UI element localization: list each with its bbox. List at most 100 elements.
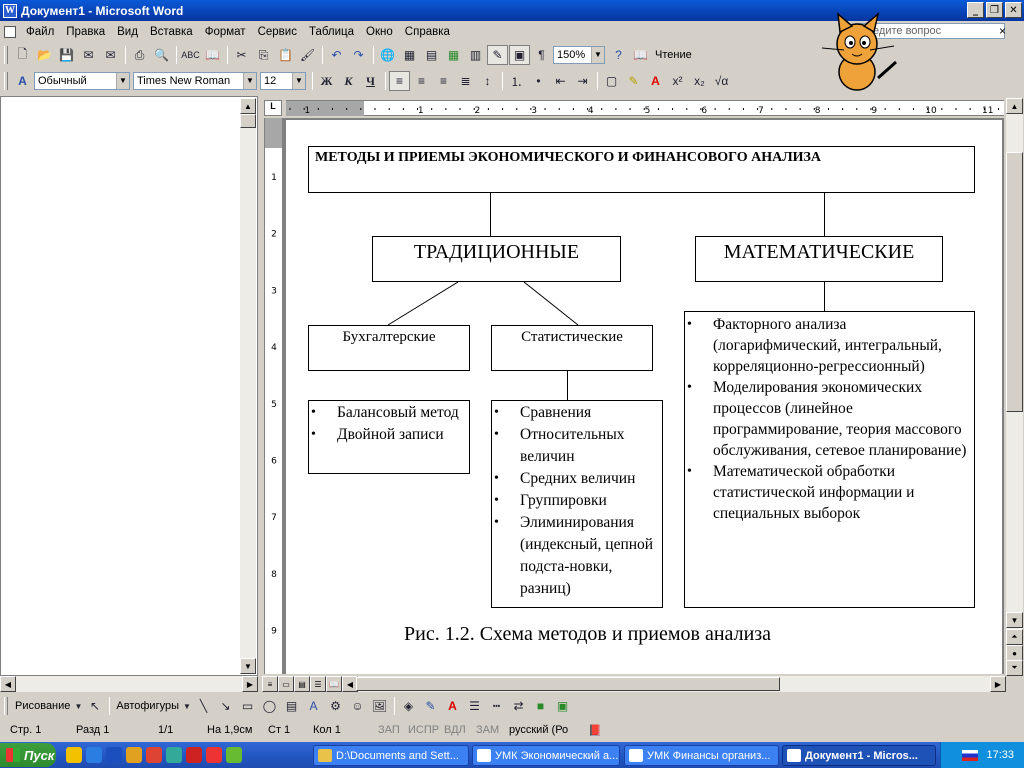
status-record[interactable]: ЗАП [378,724,400,736]
print-preview-icon[interactable]: 🔍 [151,45,172,65]
email-icon[interactable]: ✉ [100,45,121,65]
picture-icon[interactable]: 🖼 [369,696,390,716]
borders-icon[interactable]: ▢ [601,71,622,91]
drawing-icon[interactable]: ✎ [487,45,508,65]
status-language[interactable]: русский (Ро [509,724,568,736]
previous-page-icon[interactable]: ⏶ [1006,629,1023,645]
scroll-right-icon[interactable]: ▶ [990,676,1006,692]
equation-icon[interactable]: √α [711,71,732,91]
horizontal-ruler[interactable]: 1 1 2 3 4 5 6 7 8 9 10 11 [286,100,1004,116]
menu-help[interactable]: Справка [399,26,456,38]
textbox-tool-icon[interactable]: ▤ [281,696,302,716]
font-size-select[interactable]: 12 ▼ [260,72,306,90]
scroll-down-icon[interactable]: ▼ [240,658,256,674]
bullets-icon[interactable]: • [528,71,549,91]
tab-selector[interactable]: L [264,100,282,116]
word-app-icon[interactable]: W [3,3,17,18]
web-view-icon[interactable]: ▭ [278,676,294,692]
scroll-thumb[interactable] [1006,152,1023,412]
close-button[interactable]: ✕ [1005,2,1022,18]
document-icon[interactable] [4,25,16,38]
outline-view-icon[interactable]: ☰ [310,676,326,692]
help-icon[interactable]: ? [608,45,629,65]
superscript-icon[interactable]: x² [667,71,688,91]
new-document-icon[interactable]: 🗋 [12,45,33,65]
menu-table[interactable]: Таблица [303,26,360,38]
show-hide-icon[interactable]: ¶ [531,45,552,65]
scroll-right-icon[interactable]: ▶ [242,676,258,692]
spelling-icon[interactable]: ABC [180,45,201,65]
arrow-style-icon[interactable]: ⇄ [508,696,529,716]
minimize-button[interactable]: _ [967,2,984,18]
chevron-down-icon[interactable]: ▼ [591,47,604,63]
oval-tool-icon[interactable]: ◯ [259,696,280,716]
subscript-icon[interactable]: x₂ [689,71,710,91]
document-map-icon[interactable]: ▣ [509,45,530,65]
folder-icon[interactable] [126,747,142,763]
increase-indent-icon[interactable]: ⇥ [572,71,593,91]
copy-icon[interactable]: ⎘ [253,45,274,65]
scroll-left-icon[interactable]: ◀ [0,676,16,692]
fill-color-icon[interactable]: ◈ [398,696,419,716]
vertical-ruler[interactable]: 1 2 3 4 5 6 7 8 9 [264,118,282,674]
format-painter-icon[interactable]: 🖌 [297,45,318,65]
taskbar-item-document1[interactable]: Документ1 - Micros... [782,745,936,766]
numbering-icon[interactable]: ⒈ [506,71,527,91]
shadow-icon[interactable]: ■ [530,696,551,716]
select-objects-icon[interactable]: ↖ [84,696,105,716]
toolbar-grip[interactable] [4,697,8,715]
hyperlink-icon[interactable]: 🌐 [377,45,398,65]
save-icon[interactable]: 💾 [56,45,77,65]
app-icon[interactable] [166,747,182,763]
start-button[interactable]: Пуск [0,743,56,767]
menu-tools[interactable]: Сервис [252,26,303,38]
scroll-down-icon[interactable]: ▼ [1006,612,1023,628]
clock[interactable]: 17:33 [986,749,1014,761]
bold-button[interactable]: Ж [316,71,337,91]
font-color-icon[interactable]: A [645,71,666,91]
zoom-select[interactable]: 150% ▼ [553,46,605,64]
rectangle-tool-icon[interactable]: ▭ [237,696,258,716]
justify-icon[interactable]: ≣ [455,71,476,91]
menu-edit[interactable]: Правка [60,26,111,38]
read-button[interactable]: Чтение [655,49,692,61]
permission-icon[interactable]: ✉ [78,45,99,65]
redo-icon[interactable]: ↷ [348,45,369,65]
menu-file[interactable]: Файл [20,26,60,38]
status-extend[interactable]: ВДЛ [444,724,466,736]
style-select[interactable]: Обычный ▼ [34,72,130,90]
cut-icon[interactable]: ✂ [231,45,252,65]
browse-object-icon[interactable]: ● [1006,645,1023,661]
read-icon[interactable]: 📖 [630,45,651,65]
app-icon[interactable] [206,747,222,763]
office-assistant-cat-icon[interactable] [812,12,902,94]
italic-button[interactable]: К [338,71,359,91]
dash-style-icon[interactable]: ┅ [486,696,507,716]
highlight-icon[interactable]: ✎ [623,71,644,91]
align-left-icon[interactable]: ≡ [389,71,410,91]
insert-excel-icon[interactable]: ▦ [443,45,464,65]
taskbar-item-umk-finance[interactable]: УМК Финансы организ... [624,745,779,766]
drawing-menu-button[interactable]: Рисование [15,700,70,712]
line-color-icon[interactable]: ✎ [420,696,441,716]
print-layout-icon[interactable]: ▤ [294,676,310,692]
underline-button[interactable]: Ч [360,71,381,91]
document-map-pane[interactable] [0,96,258,676]
spelling-status-icon[interactable]: 📕 [588,724,602,737]
acrobat-icon[interactable] [186,747,202,763]
menu-insert[interactable]: Вставка [144,26,199,38]
document-close-icon[interactable]: × [999,24,1006,38]
chrome-icon[interactable] [66,747,82,763]
status-overtype[interactable]: ЗАМ [476,724,499,736]
language-flag-icon[interactable] [962,749,979,761]
hscroll-thumb[interactable] [356,677,780,691]
line-spacing-icon[interactable]: ↕ [477,71,498,91]
chevron-down-icon[interactable]: ▼ [182,696,192,716]
paste-icon[interactable]: 📋 [275,45,296,65]
menu-window[interactable]: Окно [360,26,399,38]
toolbar-grip[interactable] [4,46,8,64]
left-pane-scrollbar[interactable]: ▲ ▼ [240,98,256,674]
next-page-icon[interactable]: ⏷ [1006,660,1023,676]
align-center-icon[interactable]: ≡ [411,71,432,91]
chevron-down-icon[interactable]: ▼ [116,73,129,89]
